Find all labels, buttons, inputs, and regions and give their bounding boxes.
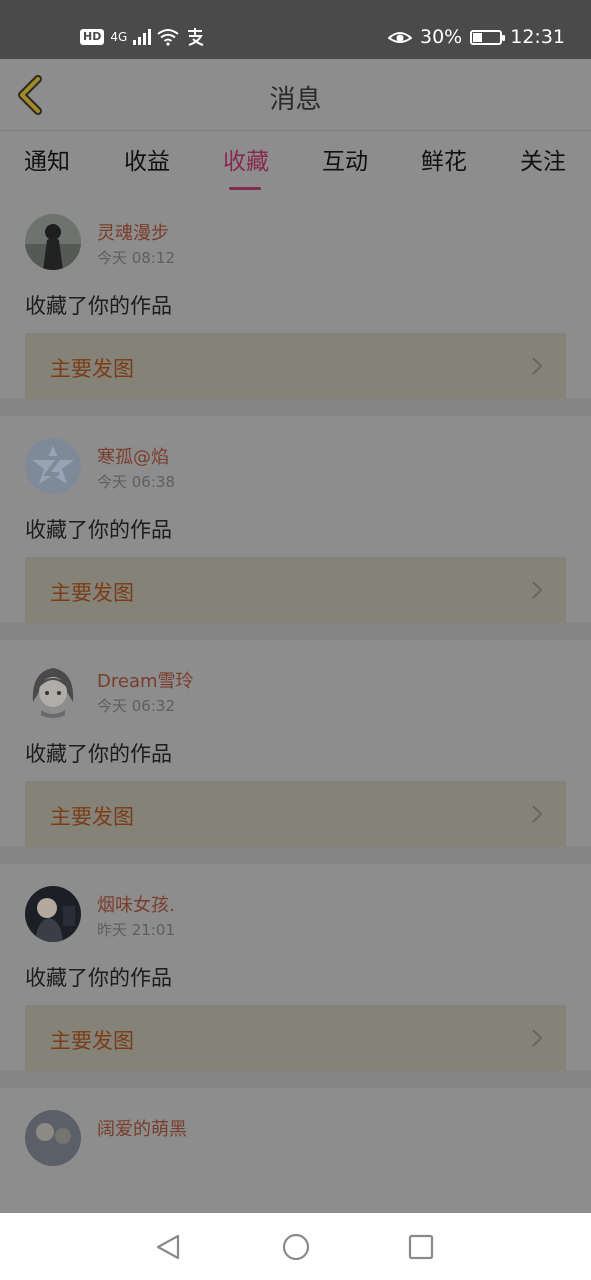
anime-girl-avatar-image bbox=[25, 662, 81, 718]
work-link[interactable]: 主要发图 bbox=[25, 333, 566, 399]
username[interactable]: 寒孤@焰 bbox=[97, 443, 169, 469]
status-right: 30% 12:31 bbox=[388, 24, 565, 50]
list-item: 烟味女孩. 昨天 21:01 收藏了你的作品 主要发图 bbox=[0, 864, 591, 1088]
action-text: 收藏了你的作品 bbox=[25, 294, 172, 318]
hd-badge: HD bbox=[80, 29, 105, 45]
work-title: 主要发图 bbox=[50, 805, 134, 829]
work-link[interactable]: 主要发图 bbox=[25, 1005, 566, 1071]
chevron-right-icon bbox=[532, 357, 543, 375]
chevron-right-icon bbox=[532, 1029, 543, 1047]
signal-icon bbox=[133, 29, 152, 45]
username[interactable]: 阔爱的萌黑 bbox=[97, 1115, 187, 1141]
back-triangle-icon[interactable] bbox=[154, 1232, 184, 1262]
wifi-icon bbox=[157, 29, 179, 46]
dark-photo-avatar-image bbox=[25, 886, 81, 942]
timestamp: 今天 08:12 bbox=[97, 249, 175, 267]
tab-earnings[interactable]: 收益 bbox=[112, 142, 182, 176]
home-circle-icon[interactable] bbox=[281, 1232, 311, 1262]
timestamp: 今天 06:38 bbox=[97, 473, 175, 491]
recents-square-icon[interactable] bbox=[406, 1232, 436, 1262]
username[interactable]: 烟味女孩. bbox=[97, 891, 175, 917]
timestamp: 昨天 21:01 bbox=[97, 921, 175, 939]
clock: 12:31 bbox=[510, 26, 565, 48]
list-item: Dream雪玲 今天 06:32 收藏了你的作品 主要发图 bbox=[0, 640, 591, 864]
timestamp: 今天 06:32 bbox=[97, 697, 175, 715]
page-title: 消息 bbox=[269, 85, 322, 115]
photo-avatar-image bbox=[25, 1110, 81, 1166]
action-text: 收藏了你的作品 bbox=[25, 742, 172, 766]
chevron-right-icon bbox=[532, 805, 543, 823]
battery-percent: 30% bbox=[420, 26, 463, 48]
avatar[interactable] bbox=[25, 214, 81, 270]
tab-interactions[interactable]: 互动 bbox=[310, 142, 380, 176]
list-item: 灵魂漫步 今天 08:12 收藏了你的作品 主要发图 bbox=[0, 192, 591, 416]
default-qq-avatar-image bbox=[25, 438, 81, 494]
username[interactable]: Dream雪玲 bbox=[97, 667, 194, 693]
tab-flowers[interactable]: 鲜花 bbox=[409, 142, 479, 176]
avatar[interactable] bbox=[25, 886, 81, 942]
tab-notifications[interactable]: 通知 bbox=[12, 142, 82, 176]
work-title: 主要发图 bbox=[50, 581, 134, 605]
chevron-right-icon bbox=[532, 581, 543, 599]
list-item: 寒孤@焰 今天 06:38 收藏了你的作品 主要发图 bbox=[0, 416, 591, 640]
avatar[interactable] bbox=[25, 438, 81, 494]
network-type: 4G bbox=[110, 30, 128, 44]
action-text: 收藏了你的作品 bbox=[25, 518, 172, 542]
alipay-icon bbox=[188, 28, 204, 46]
message-list: 灵魂漫步 今天 08:12 收藏了你的作品 主要发图 寒孤@焰 今天 06:38… bbox=[0, 192, 591, 1280]
tab-following[interactable]: 关注 bbox=[508, 142, 578, 176]
status-left: HD 4G bbox=[80, 24, 205, 50]
work-title: 主要发图 bbox=[50, 357, 134, 381]
avatar[interactable] bbox=[25, 1110, 81, 1166]
dark-girl-avatar-image bbox=[25, 214, 81, 270]
work-link[interactable]: 主要发图 bbox=[25, 557, 566, 623]
action-text: 收藏了你的作品 bbox=[25, 966, 172, 990]
tab-bar: 通知 收益 收藏 互动 鲜花 关注 bbox=[0, 132, 591, 192]
tab-favorites-label: 收藏 bbox=[223, 149, 269, 175]
status-bar: HD 4G 30% 12:31 bbox=[0, 0, 591, 59]
avatar[interactable] bbox=[25, 662, 81, 718]
tab-favorites[interactable]: 收藏 bbox=[211, 142, 281, 190]
app-header: 消息 bbox=[0, 59, 591, 131]
eye-comfort-icon bbox=[388, 32, 412, 43]
username[interactable]: 灵魂漫步 bbox=[97, 219, 169, 245]
system-nav-bar bbox=[0, 1213, 591, 1280]
work-title: 主要发图 bbox=[50, 1029, 134, 1053]
active-tab-indicator bbox=[229, 187, 261, 190]
battery-icon bbox=[470, 29, 506, 45]
work-link[interactable]: 主要发图 bbox=[25, 781, 566, 847]
